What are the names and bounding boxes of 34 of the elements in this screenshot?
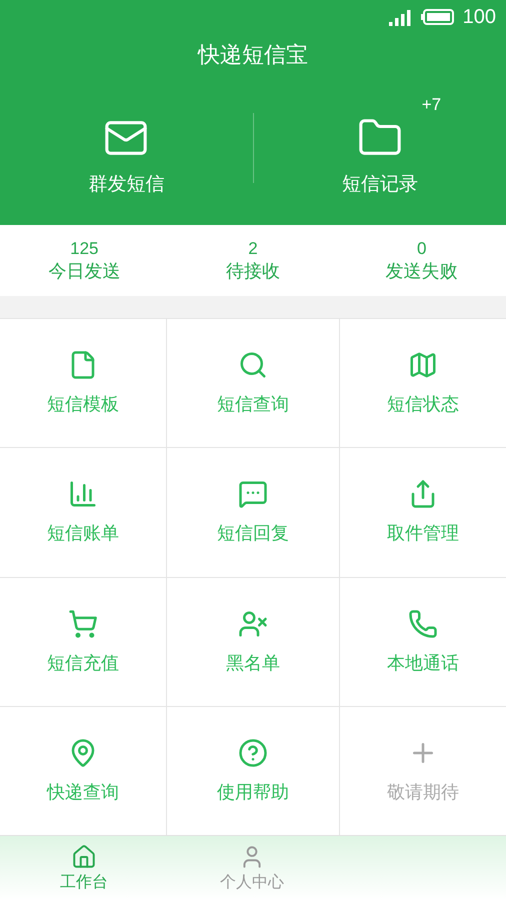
message-icon [238,479,268,510]
bar-chart-icon [68,479,98,510]
battery-level: 100 [462,6,496,28]
nav-tab[interactable]: 个人中心 [168,836,336,900]
bulk-send-button[interactable]: 群发短信 [0,92,252,202]
menu-tile[interactable]: 短信状态 [340,319,506,448]
phone-icon [408,608,438,639]
stat-label: 今日发送 [48,260,120,282]
menu-tile[interactable]: 黑名单 [167,578,339,706]
nav-tab[interactable]: 工作台 [0,836,168,900]
stat-value: 2 [248,238,258,258]
stat-value: 0 [416,238,426,258]
signal-icon [386,8,413,26]
cart-icon [68,608,98,639]
stat-value: 125 [70,238,99,258]
menu-tile[interactable]: 短信查询 [167,319,339,448]
menu-tile[interactable]: 短信模板 [0,319,166,448]
menu-tile[interactable]: 使用帮助 [167,706,339,835]
count-label: +7 [422,94,442,114]
menu-tile[interactable]: 短信账单 [0,448,166,576]
search-icon [238,350,268,380]
menu-tile[interactable]: 快递查询 [0,706,166,835]
battery-icon [420,8,455,26]
user-x-icon [238,608,268,639]
menu-tile[interactable]: 取件管理 [340,448,506,576]
records-button[interactable]: 短信记录 +7 [254,92,506,202]
app-title: 快递短信宝 [196,42,309,70]
stat-label: 发送失败 [386,260,458,282]
home-icon [71,844,97,870]
help-icon [238,738,268,768]
menu-tile[interactable]: 短信充值 [0,578,166,706]
menu-tile[interactable]: 短信回复 [167,448,339,576]
menu-tile[interactable]: 本地通话 [340,578,506,706]
stat-label: 待接收 [226,260,280,282]
